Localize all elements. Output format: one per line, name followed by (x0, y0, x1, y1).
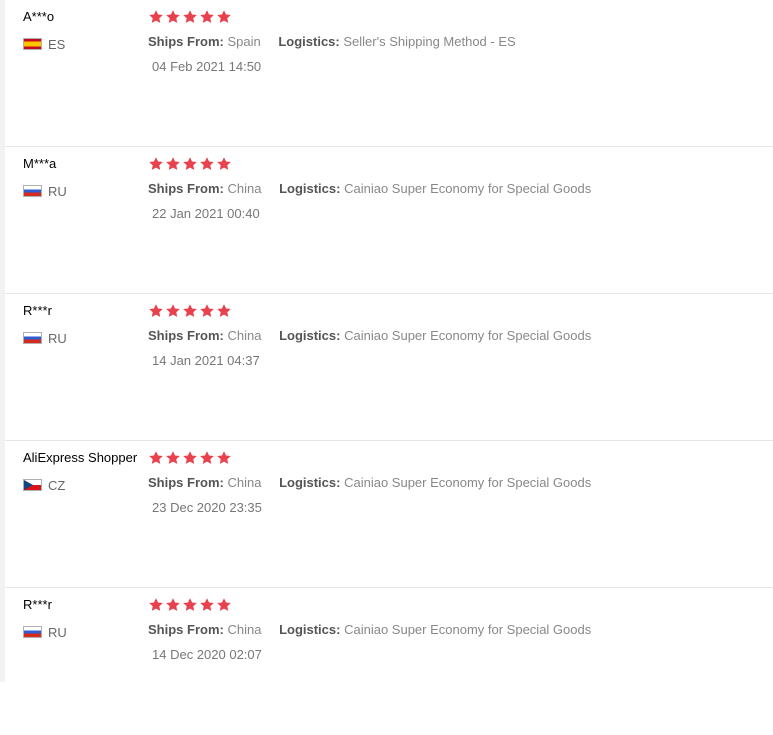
star-icon (199, 156, 215, 172)
review-date: 04 Feb 2021 14:50 (152, 59, 262, 74)
star-icon (148, 597, 164, 613)
star-icon (199, 450, 215, 466)
star-rating (148, 9, 232, 25)
shipping-info: Ships From: China Logistics: Cainiao Sup… (148, 328, 591, 343)
ships-from-value: China (227, 475, 262, 490)
logistics-label: Logistics: (279, 328, 341, 343)
ships-from-label: Ships From: (148, 328, 224, 343)
ships-from-value: Spain (227, 34, 261, 49)
logistics-label: Logistics: (279, 475, 341, 490)
star-rating (148, 450, 232, 466)
review-item: M***a RU Ships From: China Logistics: Ca… (5, 147, 773, 294)
reviewer-name[interactable]: AliExpress Shopper (23, 450, 137, 465)
review-date: 14 Jan 2021 04:37 (152, 353, 260, 368)
ships-from-value: China (227, 181, 262, 196)
shipping-info: Ships From: Spain Logistics: Seller's Sh… (148, 34, 516, 49)
star-icon (182, 597, 198, 613)
review-item: R***r RU Ships From: China Logistics: Ca… (5, 588, 773, 735)
star-rating (148, 156, 232, 172)
star-icon (148, 303, 164, 319)
reviewer-name[interactable]: R***r (23, 597, 52, 612)
star-icon (148, 9, 164, 25)
logistics-value: Cainiao Super Economy for Special Goods (344, 475, 592, 490)
star-icon (182, 303, 198, 319)
review-date: 14 Dec 2020 02:07 (152, 647, 262, 662)
star-icon (148, 450, 164, 466)
russia-flag-icon (23, 626, 42, 638)
star-icon (199, 9, 215, 25)
star-icon (182, 156, 198, 172)
star-icon (182, 9, 198, 25)
reviewer-name[interactable]: A***o (23, 9, 54, 24)
star-icon (216, 156, 232, 172)
logistics-value: Seller's Shipping Method - ES (343, 34, 516, 49)
star-icon (216, 597, 232, 613)
ships-from-value: China (227, 328, 262, 343)
reviewer-country: RU (23, 624, 67, 640)
country-code: RU (48, 330, 67, 346)
ships-from-label: Ships From: (148, 622, 224, 637)
logistics-value: Cainiao Super Economy for Special Goods (344, 622, 592, 637)
czech-flag-icon (23, 479, 42, 491)
country-code: RU (48, 183, 67, 199)
star-icon (165, 9, 181, 25)
shipping-info: Ships From: China Logistics: Cainiao Sup… (148, 622, 591, 637)
review-item: A***o ES Ships From: Spain Logistics: Se… (5, 0, 773, 147)
star-icon (199, 597, 215, 613)
shipping-info: Ships From: China Logistics: Cainiao Sup… (148, 475, 591, 490)
reviewer-country: CZ (23, 477, 65, 493)
country-code: RU (48, 624, 67, 640)
logistics-label: Logistics: (279, 181, 341, 196)
russia-flag-icon (23, 332, 42, 344)
review-item: R***r RU Ships From: China Logistics: Ca… (5, 294, 773, 441)
ships-from-value: China (227, 622, 262, 637)
star-icon (165, 303, 181, 319)
star-icon (148, 156, 164, 172)
shipping-info: Ships From: China Logistics: Cainiao Sup… (148, 181, 591, 196)
logistics-value: Cainiao Super Economy for Special Goods (344, 328, 592, 343)
review-date: 22 Jan 2021 00:40 (152, 206, 260, 221)
logistics-value: Cainiao Super Economy for Special Goods (344, 181, 592, 196)
star-icon (165, 156, 181, 172)
review-date: 23 Dec 2020 23:35 (152, 500, 262, 515)
star-rating (148, 303, 232, 319)
country-code: ES (48, 36, 66, 52)
review-item: AliExpress Shopper CZ Ships From: China … (5, 441, 773, 588)
star-icon (216, 9, 232, 25)
star-rating (148, 597, 232, 613)
country-code: CZ (48, 477, 66, 493)
ships-from-label: Ships From: (148, 34, 224, 49)
reviewer-country: ES (23, 36, 65, 52)
star-icon (216, 303, 232, 319)
ships-from-label: Ships From: (148, 475, 224, 490)
reviewer-name[interactable]: R***r (23, 303, 52, 318)
star-icon (165, 597, 181, 613)
star-icon (182, 450, 198, 466)
russia-flag-icon (23, 185, 42, 197)
ships-from-label: Ships From: (148, 181, 224, 196)
logistics-label: Logistics: (278, 34, 340, 49)
reviewer-country: RU (23, 330, 67, 346)
logistics-label: Logistics: (279, 622, 341, 637)
star-icon (165, 450, 181, 466)
reviewer-name[interactable]: M***a (23, 156, 56, 171)
reviewer-country: RU (23, 183, 67, 199)
spain-flag-icon (23, 38, 42, 50)
star-icon (216, 450, 232, 466)
star-icon (199, 303, 215, 319)
